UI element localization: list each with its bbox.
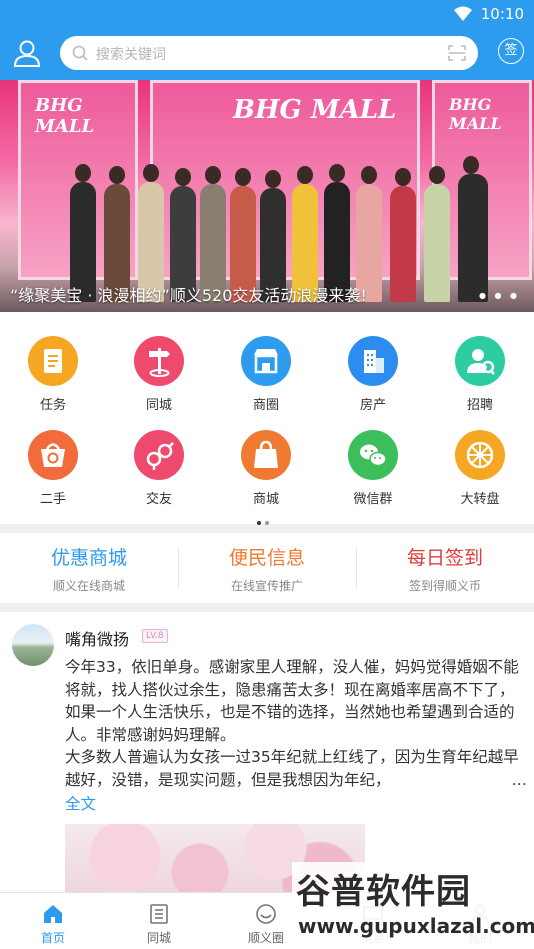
search-icon [72,45,88,61]
service-title: 优惠商城 [50,547,127,569]
grid-item-shangcheng[interactable]: 商城 [213,418,319,512]
status-bar: 10:10 [0,0,534,28]
tab-home[interactable]: 首页 [0,893,106,949]
tab-label: 同城 [146,931,171,945]
grid-label: 交友 [145,492,172,507]
banner-carousel[interactable]: BHG MALL BHG MALL BHG MALL “缘聚美宝 · 浪漫相约”… [0,80,534,312]
grid-item-lucky-wheel[interactable]: 大转盘 [427,418,533,512]
service-daily-checkin[interactable]: 每日签到 签到得顺义币 [356,533,534,603]
status-time: 10:10 [480,5,524,23]
post-paragraph: 今年33，依旧单身。感谢家里人理解，没人催，妈妈觉得婚姻不能将就，找人搭伙过余生… [65,658,519,744]
search-placeholder: 搜索关键词 [96,47,166,63]
grid-item-task[interactable]: 任务 [0,324,106,418]
user-profile-icon[interactable] [12,38,42,68]
grid-label: 房产 [359,398,386,413]
grid-item-fangchan[interactable]: 房产 [320,324,426,418]
level-badge: LV.8 [142,629,168,643]
grid-item-zhaopin[interactable]: 招聘 [427,324,533,418]
dating-icon [134,430,184,480]
grid-label: 商城 [252,492,279,507]
wechat-icon [348,430,398,480]
grid-item-ershou[interactable]: 二手 [0,418,106,512]
grid-item-jiaoyou[interactable]: 交友 [106,418,212,512]
avatar[interactable] [12,624,54,666]
search-input[interactable]: 搜索关键词 [60,36,478,70]
feed-post[interactable]: 嘴角微扬 LV.8 今年33，依旧单身。感谢家里人理解，没人催，妈妈觉得婚姻不能… [0,612,534,892]
site-watermark: 谷普软件园 www.gupuxlazal.com [292,862,534,949]
grid-item-shangquan[interactable]: 商圈 [213,324,319,418]
grid-item-tongcheng[interactable]: 同城 [106,324,212,418]
banner-logo: BHG MALL [233,95,397,125]
scan-icon[interactable] [448,45,466,61]
banner-photo-people [60,152,494,302]
post-paragraph: 大多数人普遍认为女孩一过35年纪就上红线了，因为生育年纪越早越好，没错，是现实问… [65,746,527,791]
recruit-icon [455,336,505,386]
tab-tongcheng[interactable]: 同城 [106,893,212,949]
post-author[interactable]: 嘴角微扬 [65,626,129,650]
grid-label: 微信群 [353,492,393,507]
carousel-indicator: ● ● ● [478,291,520,300]
service-title: 便民信息 [228,547,305,569]
read-more-link[interactable]: 全文 [65,792,96,814]
tab-label: 首页 [40,931,65,945]
service-convenience-info[interactable]: 便民信息 在线宣传推广 [178,533,356,603]
signin-button[interactable]: 签 [498,38,524,64]
banner-logo: BHG MALL [35,95,95,137]
grid-label: 同城 [145,398,172,413]
grid-label: 商圈 [252,398,279,413]
banner-caption: “缘聚美宝 · 浪漫相约”顺义520交友活动浪漫来袭! [10,286,367,305]
secondhand-basket-icon [28,430,78,480]
service-subtitle: 在线宣传推广 [230,579,303,593]
watermark-url: www.gupuxlazal.com [298,914,534,938]
grid-page-indicator [255,510,279,525]
grid-label: 二手 [39,492,66,507]
building-icon [348,336,398,386]
service-discount-mall[interactable]: 优惠商城 顺义在线商城 [0,533,178,603]
grid-label: 任务 [39,398,66,413]
task-icon [28,336,78,386]
feature-grid: 任务 同城 商圈 房产 招聘 二手 交友 商城 微信群 大转盘 [0,312,534,525]
wheel-icon [455,430,505,480]
store-icon [241,336,291,386]
service-subtitle: 签到得顺义币 [408,579,481,593]
banner-logo: BHG MALL [449,95,502,133]
wifi-icon [454,6,472,21]
app-header: 搜索关键词 签 [0,28,534,80]
circle-icon [256,904,276,924]
home-icon [44,905,62,923]
shopping-bag-icon [241,430,291,480]
service-shortcuts: 优惠商城 顺义在线商城 便民信息 在线宣传推广 每日签到 签到得顺义币 [0,533,534,603]
watermark-title: 谷普软件园 [296,872,471,912]
service-subtitle: 顺义在线商城 [52,579,125,593]
signpost-icon [134,336,184,386]
list-icon [150,904,168,924]
grid-item-wechat-group[interactable]: 微信群 [320,418,426,512]
post-body: 今年33，依旧单身。感谢家里人理解，没人催，妈妈觉得婚姻不能将就，找人搭伙过余生… [65,656,527,791]
grid-label: 大转盘 [460,492,500,507]
grid-label: 招聘 [466,398,493,413]
service-title: 每日签到 [406,547,483,569]
